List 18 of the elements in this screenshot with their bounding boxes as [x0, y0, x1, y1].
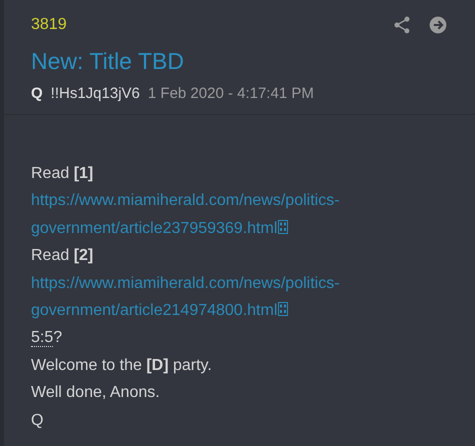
tripcode: !!Hs1Jq13jV6 — [50, 85, 140, 102]
post-text-line: Welcome to the [D] party. — [31, 356, 213, 376]
article-link[interactable]: https://www.miamiherald.com/news/politics-government/article237959369.html — [31, 187, 406, 242]
arrow-circle-icon[interactable] — [428, 15, 448, 35]
post-number: 3819 — [31, 16, 67, 34]
post-text-line: Read [1] — [31, 164, 94, 184]
article-link[interactable]: https://www.miamiherald.com/news/politics-government/article214974800.html — [31, 270, 406, 324]
timestamp: 1 Feb 2020 - 4:17:41 PM — [148, 85, 314, 102]
post-text-line: Read [2] — [31, 246, 94, 266]
post-title: New: Title TBD — [31, 48, 185, 75]
post-text-line: Q — [31, 410, 44, 431]
post-text: ? — [53, 329, 62, 346]
missing-glyph-icon — [278, 302, 288, 316]
post-text-line: Well done, Anons. — [31, 383, 161, 404]
share-icon[interactable] — [392, 15, 412, 35]
author-name: Q — [31, 85, 43, 102]
abbreviation: 5:5 — [31, 329, 54, 348]
missing-glyph-icon — [278, 220, 288, 234]
